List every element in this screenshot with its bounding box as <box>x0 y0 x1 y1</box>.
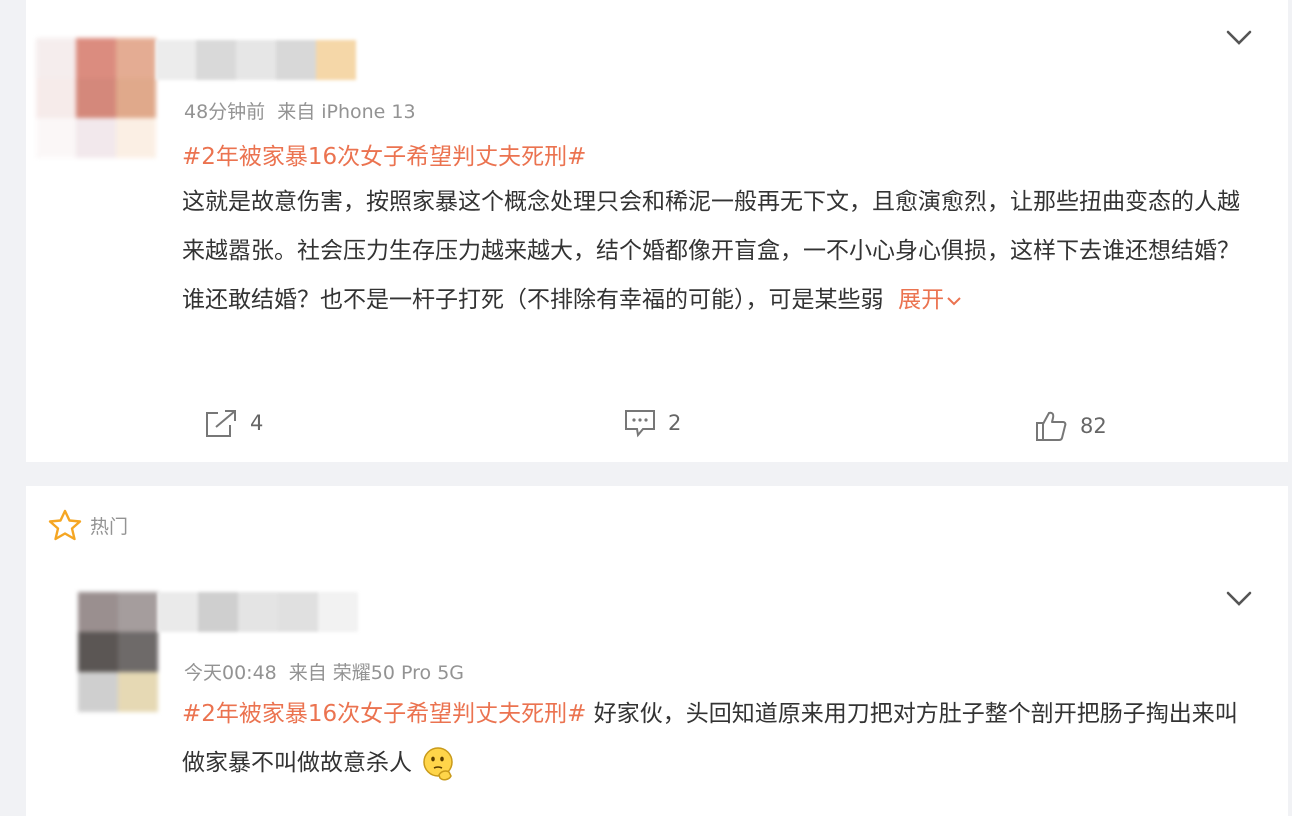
comment-time: 今天00:48 <box>184 662 277 684</box>
expand-label: 展开 <box>898 287 945 313</box>
hot-text: 热门 <box>90 515 129 538</box>
reply-button[interactable]: 2 <box>624 408 681 438</box>
avatar[interactable] <box>78 592 158 712</box>
comment-card-2: 热门 今天00:48 来自 荣耀50 Pro 5G #2年被家暴16次女子希望判丈… <box>26 486 1288 816</box>
like-count: 82 <box>1080 414 1107 438</box>
chevron-down-icon <box>947 296 961 305</box>
chevron-down-icon[interactable] <box>1224 26 1254 48</box>
comment-meta: 48分钟前 来自 iPhone 13 <box>184 97 416 124</box>
comment-body: 这就是故意伤害，按照家暴这个概念处理只会和稀泥一般再无下文，且愈演愈烈，让那些扭… <box>182 189 1240 313</box>
comment-time: 48分钟前 <box>184 101 266 123</box>
comment-source: 来自 荣耀50 Pro 5G <box>288 662 465 684</box>
username[interactable] <box>156 40 356 80</box>
star-icon <box>48 509 82 541</box>
avatar[interactable] <box>36 38 156 158</box>
expand-button[interactable]: 展开 <box>891 287 962 313</box>
topic-link[interactable]: #2年被家暴16次女子希望判丈夫死刑# <box>182 701 586 727</box>
topic-link[interactable]: #2年被家暴16次女子希望判丈夫死刑# <box>182 137 586 171</box>
repost-button[interactable]: 4 <box>204 408 263 438</box>
comment-card-1: 48分钟前 来自 iPhone 13 #2年被家暴16次女子希望判丈夫死刑# 这就… <box>26 0 1288 462</box>
comment-source: 来自 iPhone 13 <box>277 101 416 123</box>
comment-count: 2 <box>668 411 682 435</box>
comment-meta: 今天00:48 来自 荣耀50 Pro 5G <box>184 658 464 685</box>
repost-count: 4 <box>250 411 264 435</box>
chevron-down-icon[interactable] <box>1224 587 1254 609</box>
comment-text: 这就是故意伤害，按照家暴这个概念处理只会和稀泥一般再无下文，且愈演愈烈，让那些扭… <box>182 178 1242 325</box>
like-button[interactable]: 82 <box>1034 410 1107 442</box>
comment-text: #2年被家暴16次女子希望判丈夫死刑# 好家伙，头回知道原来用刀把对方肚子整个剖… <box>182 690 1242 788</box>
comment-icon <box>625 410 655 438</box>
thinking-emoji-icon <box>423 746 454 780</box>
thumbs-up-icon <box>1036 411 1067 441</box>
username[interactable] <box>158 592 358 632</box>
share-icon <box>206 410 236 437</box>
hot-label: 热门 <box>48 509 128 541</box>
